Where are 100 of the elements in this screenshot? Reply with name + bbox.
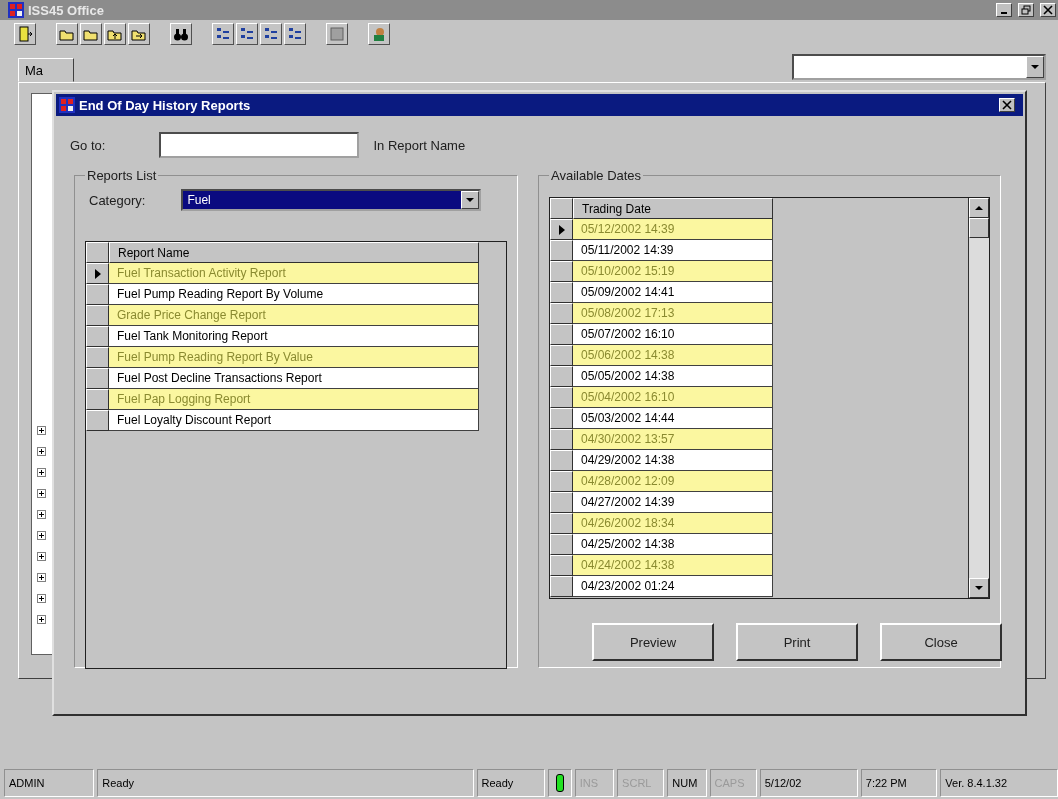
row-selector[interactable] (550, 282, 573, 303)
close-icon (1002, 100, 1012, 110)
table-cell[interactable]: 05/09/2002 14:41 (573, 282, 773, 303)
row-selector[interactable] (86, 368, 109, 389)
expand-icon[interactable] (37, 447, 46, 456)
row-selector[interactable] (550, 534, 573, 555)
table-cell[interactable]: 05/07/2002 16:10 (573, 324, 773, 345)
status-panel: Ready (97, 769, 474, 797)
row-selector[interactable] (550, 471, 573, 492)
row-selector[interactable] (550, 408, 573, 429)
scrollbar[interactable] (968, 198, 989, 598)
column-header[interactable]: Trading Date (573, 198, 773, 219)
table-cell[interactable]: Fuel Pump Reading Report By Volume (109, 284, 479, 305)
row-selector[interactable] (86, 347, 109, 368)
status-panel: NUM (667, 769, 707, 797)
row-selector[interactable] (550, 429, 573, 450)
table-cell[interactable]: 04/27/2002 14:39 (573, 492, 773, 513)
small-icons-icon[interactable] (236, 23, 258, 45)
close-button[interactable] (999, 98, 1015, 112)
details-view-icon[interactable] (284, 23, 306, 45)
minimize-button[interactable] (996, 3, 1012, 17)
column-header[interactable]: Report Name (109, 242, 479, 263)
person-key-icon[interactable] (368, 23, 390, 45)
expand-icon[interactable] (37, 489, 46, 498)
status-panel: 7:22 PM (860, 769, 938, 797)
row-selector[interactable] (550, 261, 573, 282)
group-title: Reports List (86, 168, 158, 183)
row-selector[interactable] (86, 263, 109, 284)
row-selector[interactable] (550, 576, 573, 597)
dialog-button[interactable]: Preview (592, 623, 714, 661)
close-button[interactable] (1040, 3, 1056, 17)
close-icon (1043, 5, 1053, 15)
expand-icon[interactable] (37, 594, 46, 603)
row-pointer-icon (94, 268, 101, 279)
row-selector[interactable] (86, 389, 109, 410)
app-icon (59, 97, 75, 113)
status-panel: ADMIN (4, 769, 95, 797)
row-selector[interactable] (550, 387, 573, 408)
table-cell[interactable]: 05/11/2002 14:39 (573, 240, 773, 261)
table-cell[interactable]: 04/29/2002 14:38 (573, 450, 773, 471)
table-cell[interactable]: Fuel Post Decline Transactions Report (109, 368, 479, 389)
row-selector[interactable] (550, 324, 573, 345)
expand-icon[interactable] (37, 426, 46, 435)
restore-icon (1021, 5, 1031, 15)
expand-icon[interactable] (37, 573, 46, 582)
table-cell[interactable]: 04/25/2002 14:38 (573, 534, 773, 555)
expand-icon[interactable] (37, 615, 46, 624)
category-dropdown[interactable]: Fuel (181, 189, 482, 211)
row-selector[interactable] (550, 450, 573, 471)
category-label: Category: (89, 192, 146, 208)
row-selector[interactable] (550, 492, 573, 513)
status-panel: Ver. 8.4.1.32 (940, 769, 1058, 797)
dialog-title: End Of Day History Reports (79, 97, 251, 113)
dialog-button[interactable]: Close (880, 623, 1002, 661)
row-selector[interactable] (86, 326, 109, 347)
restore-button[interactable] (1018, 3, 1034, 17)
goto-label: Go to: (70, 137, 106, 153)
row-selector[interactable] (550, 240, 573, 261)
table-cell[interactable]: 04/23/2002 01:24 (573, 576, 773, 597)
row-selector[interactable] (550, 366, 573, 387)
window-title: ISS45 Office (28, 2, 104, 18)
goto-field[interactable] (159, 132, 360, 158)
app-icon (8, 2, 24, 18)
row-selector[interactable] (86, 305, 109, 326)
down-arrow-icon (975, 586, 983, 590)
caret-icon (1031, 65, 1039, 69)
blank-window-icon[interactable] (326, 23, 348, 45)
open-folder-icon[interactable] (56, 23, 78, 45)
up-arrow-icon (975, 206, 983, 210)
row-selector[interactable] (86, 410, 109, 431)
row-selector[interactable] (550, 513, 573, 534)
row-selector[interactable] (550, 555, 573, 576)
row-selector[interactable] (86, 284, 109, 305)
table-cell[interactable]: Fuel Tank Monitoring Report (109, 326, 479, 347)
table-cell[interactable]: 05/03/2002 14:44 (573, 408, 773, 429)
group-title: Available Dates (550, 168, 643, 183)
dialog-button[interactable]: Print (736, 623, 858, 661)
main-tab[interactable]: Ma (18, 58, 75, 82)
status-panel: Ready (476, 769, 546, 797)
row-selector[interactable] (550, 345, 573, 366)
table-cell[interactable]: 05/05/2002 14:38 (573, 366, 773, 387)
large-icons-icon[interactable] (212, 23, 234, 45)
expand-icon[interactable] (37, 531, 46, 540)
row-pointer-icon (558, 224, 565, 235)
exit-door-icon[interactable] (14, 23, 36, 45)
expand-icon[interactable] (37, 552, 46, 561)
expand-icon[interactable] (37, 510, 46, 519)
status-panel: 5/12/02 (759, 769, 858, 797)
binoculars-icon[interactable] (170, 23, 192, 45)
row-selector[interactable] (550, 219, 573, 240)
table-cell[interactable]: Fuel Loyalty Discount Report (109, 410, 479, 431)
menu-dropdown[interactable] (792, 54, 1046, 80)
expand-icon[interactable] (37, 468, 46, 477)
folder-save-icon[interactable] (128, 23, 150, 45)
row-selector[interactable] (550, 303, 573, 324)
goto-hint: In Report Name (373, 137, 466, 153)
folder-up-icon[interactable] (104, 23, 126, 45)
scroll-thumb[interactable] (969, 218, 989, 238)
minimize-icon (1001, 12, 1007, 14)
list-view-icon[interactable] (260, 23, 282, 45)
